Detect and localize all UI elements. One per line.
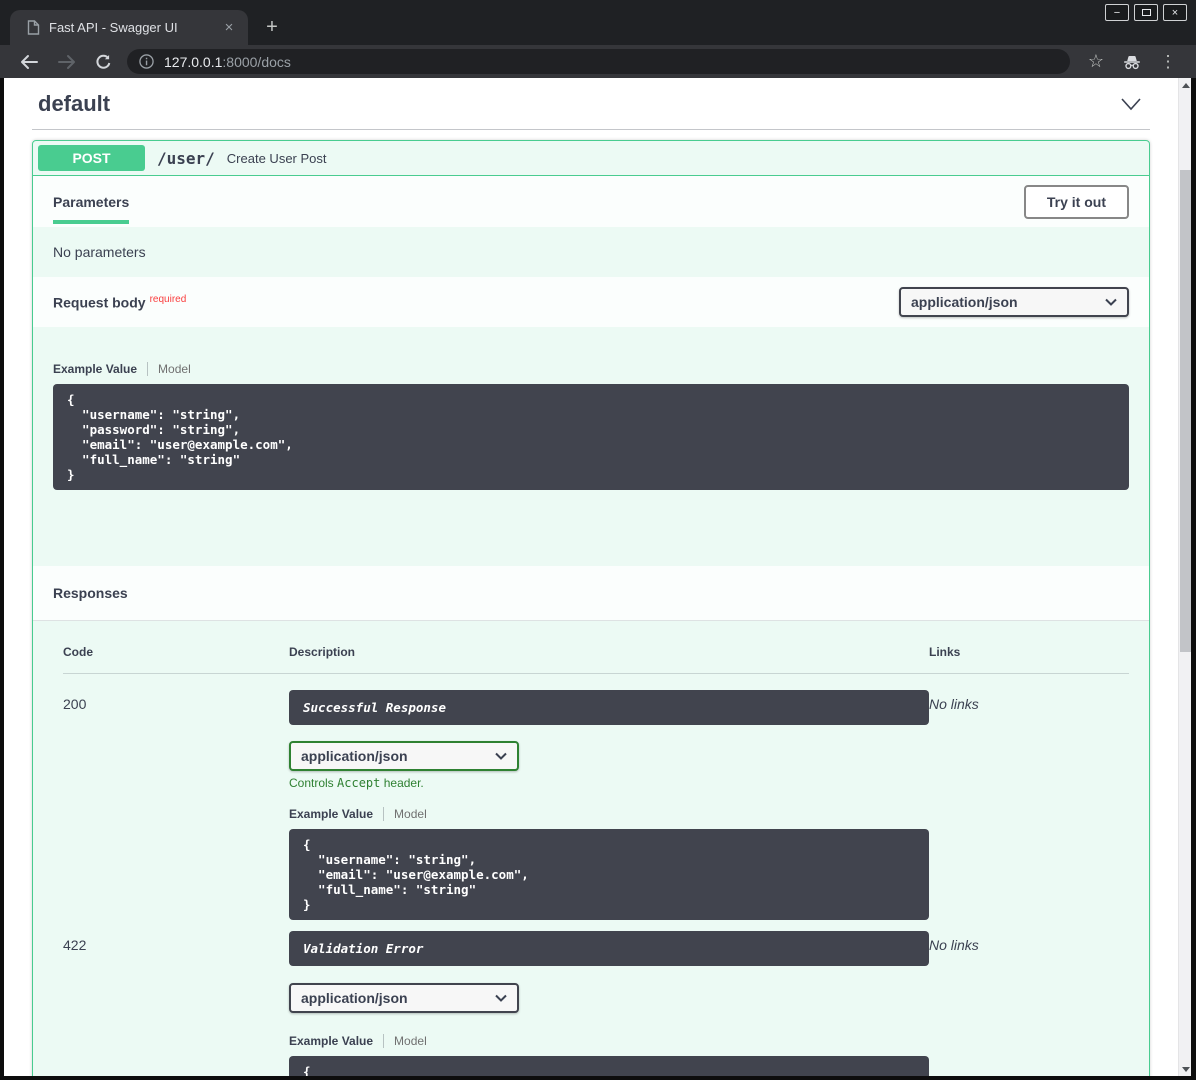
select-chevron-icon (495, 752, 507, 760)
browser-tab[interactable]: Fast API - Swagger UI × (10, 10, 248, 45)
controls-note-suffix: header. (380, 776, 423, 790)
back-icon[interactable] (19, 54, 39, 70)
incognito-icon (1121, 51, 1143, 73)
controls-note-prefix: Controls (289, 776, 337, 790)
opblock-post-user: POST /user/ Create User Post Parameters … (32, 140, 1150, 1076)
response-description: Successful Response (289, 690, 929, 725)
parameters-header: Parameters Try it out (33, 176, 1149, 227)
response-code: 422 (63, 931, 289, 953)
page-document-icon (27, 20, 40, 35)
tab-example-value[interactable]: Example Value (289, 1034, 373, 1048)
try-it-out-button[interactable]: Try it out (1024, 185, 1129, 219)
response-description-cell: Successful Response application/json Con… (289, 690, 929, 920)
tab-separator (383, 807, 384, 821)
bookmark-star-icon[interactable]: ☆ (1085, 51, 1107, 73)
response-media-type-wrap: application/json Controls Accept header. (289, 741, 929, 790)
maximize-button[interactable] (1134, 4, 1158, 21)
response-content-type-value: application/json (301, 748, 408, 764)
select-chevron-icon (1105, 298, 1117, 306)
new-tab-button[interactable]: + (260, 16, 284, 40)
operation-summary: Create User Post (227, 151, 327, 166)
url-text: 127.0.0.1:8000/docs (164, 54, 291, 70)
close-button[interactable]: × (1163, 4, 1187, 21)
forward-icon[interactable] (57, 54, 77, 70)
response-media-type-wrap: application/json (289, 983, 929, 1013)
request-body-header: Request body required application/json (33, 277, 1149, 327)
opblock-summary[interactable]: POST /user/ Create User Post (33, 141, 1149, 176)
tag-divider (32, 129, 1150, 130)
response-content-type-select[interactable]: application/json (289, 983, 519, 1013)
example-model-tabs: Example Value Model (289, 806, 929, 821)
scroll-up-arrow-icon[interactable] (1179, 78, 1191, 92)
tag-section: default POST /user/ Create User Post Par… (4, 78, 1178, 1076)
response-links: No links (929, 690, 1129, 712)
swagger-page: default POST /user/ Create User Post Par… (4, 78, 1191, 1076)
example-model-tabs: Example Value Model (53, 361, 1129, 376)
controls-accept-note: Controls Accept header. (289, 776, 929, 790)
tab-parameters[interactable]: Parameters (53, 180, 129, 224)
tab-example-value[interactable]: Example Value (289, 807, 373, 821)
responses-header: Responses (33, 566, 1149, 621)
response-description: Validation Error (289, 931, 929, 966)
response-description-cell: Validation Error application/json Exampl… (289, 931, 929, 1076)
browser-titlebar: Fast API - Swagger UI × + − × (0, 0, 1196, 45)
tab-model[interactable]: Model (158, 362, 191, 376)
url-host: 127.0.0.1 (164, 54, 222, 70)
maximize-icon (1142, 9, 1151, 16)
response-links: No links (929, 931, 1129, 953)
scrollbar-thumb[interactable] (1180, 170, 1191, 652)
request-body-example: Example Value Model { "username": "strin… (33, 327, 1149, 566)
tab-separator (147, 362, 148, 376)
responses-title: Responses (53, 585, 128, 601)
browser-toolbar: 127.0.0.1:8000/docs ☆ ⋮ (0, 45, 1196, 78)
swagger-content: default POST /user/ Create User Post Par… (4, 78, 1178, 1076)
response-row-200: 200 Successful Response application/json… (63, 690, 1129, 920)
operation-path: /user/ (157, 149, 215, 168)
tab-close-icon[interactable]: × (220, 19, 238, 37)
tag-header[interactable]: default (32, 91, 1150, 117)
tab-model[interactable]: Model (394, 807, 427, 821)
request-body-label: Request body required (53, 294, 186, 311)
browser-menu-icon[interactable]: ⋮ (1157, 51, 1179, 73)
response-example-json[interactable]: { "detail": [ (289, 1056, 929, 1076)
method-badge: POST (38, 145, 145, 171)
tab-separator (383, 1034, 384, 1048)
scroll-down-arrow-icon[interactable] (1179, 1062, 1191, 1076)
url-path: :8000/docs (222, 54, 291, 70)
response-row-422: 422 Validation Error application/json Ex… (63, 931, 1129, 1076)
column-code: Code (63, 645, 289, 659)
request-example-json[interactable]: { "username": "string", "password": "str… (53, 384, 1129, 490)
address-bar[interactable]: 127.0.0.1:8000/docs (127, 49, 1070, 74)
responses-table-header: Code Description Links (63, 645, 1129, 674)
reload-icon[interactable] (95, 54, 112, 70)
required-label: required (150, 294, 187, 305)
response-content-type-select[interactable]: application/json (289, 741, 519, 771)
chevron-down-icon[interactable] (1120, 97, 1142, 111)
column-links: Links (929, 645, 1129, 659)
response-content-type-value: application/json (301, 990, 408, 1006)
minimize-button[interactable]: − (1105, 4, 1129, 21)
tab-title: Fast API - Swagger UI (49, 20, 220, 35)
controls-note-code: Accept (337, 776, 380, 790)
response-code: 200 (63, 690, 289, 712)
responses-table: Code Description Links 200 Successful Re… (33, 621, 1149, 1076)
tag-title: default (38, 91, 110, 117)
request-content-type-value: application/json (911, 294, 1018, 310)
site-info-icon[interactable] (139, 54, 154, 69)
request-body-label-text: Request body (53, 294, 146, 310)
request-body-padding (53, 490, 1129, 566)
no-parameters-text: No parameters (33, 227, 1149, 277)
window-controls: − × (1105, 4, 1187, 21)
tab-model[interactable]: Model (394, 1034, 427, 1048)
column-description: Description (289, 645, 929, 659)
response-example-json[interactable]: { "username": "string", "email": "user@e… (289, 829, 929, 920)
example-model-tabs: Example Value Model (289, 1033, 929, 1048)
tab-example-value[interactable]: Example Value (53, 362, 137, 376)
select-chevron-icon (495, 994, 507, 1002)
request-content-type-select[interactable]: application/json (899, 287, 1129, 317)
page-scrollbar[interactable] (1178, 78, 1191, 1076)
